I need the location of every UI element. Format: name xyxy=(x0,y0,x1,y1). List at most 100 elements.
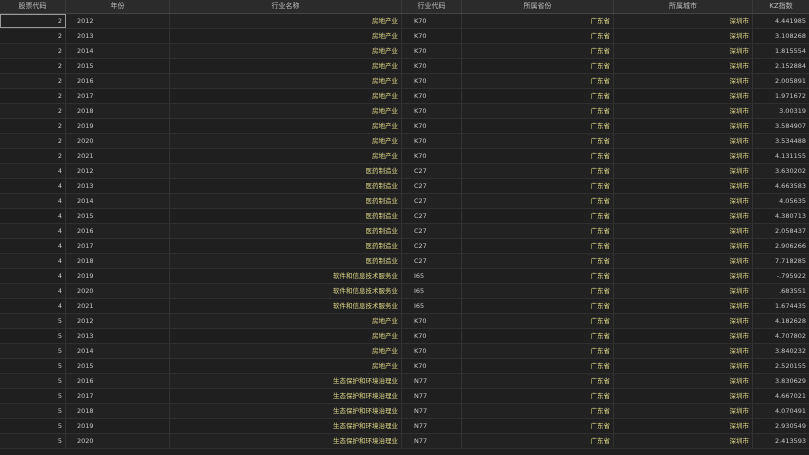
stock-code-cell[interactable]: 5 xyxy=(0,359,66,373)
stock-code-cell[interactable]: 5 xyxy=(0,434,66,448)
stock-code-cell[interactable]: 4 xyxy=(0,239,66,253)
industry-name-cell[interactable]: 医药制造业 xyxy=(170,224,402,238)
city-cell[interactable]: 深圳市 xyxy=(614,209,753,223)
province-cell[interactable]: 广东省 xyxy=(462,224,614,238)
stock-code-cell[interactable]: 4 xyxy=(0,269,66,283)
table-row[interactable]: 5 2013 房地产业 K70 广东省 深圳市 4.707802 xyxy=(0,329,809,344)
industry-code-cell[interactable]: N77 xyxy=(402,404,462,418)
stock-code-cell[interactable]: 2 xyxy=(0,149,66,163)
year-cell[interactable]: 2016 xyxy=(66,374,170,388)
industry-name-cell[interactable]: 医药制造业 xyxy=(170,239,402,253)
table-row[interactable]: 2 2012 房地产业 K70 广东省 深圳市 4.441985 xyxy=(0,14,809,29)
year-cell[interactable]: 2021 xyxy=(66,299,170,313)
year-cell[interactable]: 2017 xyxy=(66,389,170,403)
stock-code-cell[interactable]: 5 xyxy=(0,344,66,358)
column-header-kz-index[interactable]: KZ指数 xyxy=(753,0,809,13)
industry-name-cell[interactable]: 医药制造业 xyxy=(170,254,402,268)
stock-code-cell[interactable]: 2 xyxy=(0,74,66,88)
province-cell[interactable]: 广东省 xyxy=(462,434,614,448)
city-cell[interactable]: 深圳市 xyxy=(614,29,753,43)
year-cell[interactable]: 2020 xyxy=(66,284,170,298)
stock-code-cell[interactable]: 5 xyxy=(0,329,66,343)
industry-code-cell[interactable]: N77 xyxy=(402,374,462,388)
industry-name-cell[interactable]: 房地产业 xyxy=(170,344,402,358)
stock-code-cell[interactable]: 4 xyxy=(0,254,66,268)
year-cell[interactable]: 2017 xyxy=(66,89,170,103)
city-cell[interactable]: 深圳市 xyxy=(614,419,753,433)
industry-code-cell[interactable]: K70 xyxy=(402,89,462,103)
year-cell[interactable]: 2014 xyxy=(66,44,170,58)
column-header-industry-name[interactable]: 行业名称 xyxy=(170,0,402,13)
table-row[interactable]: 5 2016 生态保护和环境治理业 N77 广东省 深圳市 3.830629 xyxy=(0,374,809,389)
province-cell[interactable]: 广东省 xyxy=(462,179,614,193)
city-cell[interactable]: 深圳市 xyxy=(614,359,753,373)
kz-index-cell[interactable]: 4.663583 xyxy=(753,179,809,193)
stock-code-cell[interactable]: 5 xyxy=(0,389,66,403)
year-cell[interactable]: 2014 xyxy=(66,194,170,208)
city-cell[interactable]: 深圳市 xyxy=(614,89,753,103)
kz-index-cell[interactable]: 1.971672 xyxy=(753,89,809,103)
industry-name-cell[interactable]: 房地产业 xyxy=(170,14,402,28)
table-row[interactable]: 5 2015 房地产业 K70 广东省 深圳市 2.520155 xyxy=(0,359,809,374)
kz-index-cell[interactable]: 4.05635 xyxy=(753,194,809,208)
table-row[interactable]: 2 2020 房地产业 K70 广东省 深圳市 3.534488 xyxy=(0,134,809,149)
kz-index-cell[interactable]: 2.005891 xyxy=(753,74,809,88)
year-cell[interactable]: 2019 xyxy=(66,119,170,133)
year-cell[interactable]: 2012 xyxy=(66,14,170,28)
industry-name-cell[interactable]: 生态保护和环境治理业 xyxy=(170,419,402,433)
year-cell[interactable]: 2015 xyxy=(66,209,170,223)
city-cell[interactable]: 深圳市 xyxy=(614,374,753,388)
province-cell[interactable]: 广东省 xyxy=(462,119,614,133)
city-cell[interactable]: 深圳市 xyxy=(614,404,753,418)
province-cell[interactable]: 广东省 xyxy=(462,374,614,388)
kz-index-cell[interactable]: 2.520155 xyxy=(753,359,809,373)
province-cell[interactable]: 广东省 xyxy=(462,359,614,373)
year-cell[interactable]: 2019 xyxy=(66,269,170,283)
column-header-province[interactable]: 所属省份 xyxy=(462,0,614,13)
stock-code-cell[interactable]: 5 xyxy=(0,374,66,388)
kz-index-cell[interactable]: 3.00319 xyxy=(753,104,809,118)
stock-code-cell[interactable]: 4 xyxy=(0,224,66,238)
kz-index-cell[interactable]: 3.630202 xyxy=(753,164,809,178)
city-cell[interactable]: 深圳市 xyxy=(614,119,753,133)
stock-code-cell[interactable]: 5 xyxy=(0,314,66,328)
stock-code-cell[interactable]: 5 xyxy=(0,419,66,433)
industry-name-cell[interactable]: 生态保护和环境治理业 xyxy=(170,389,402,403)
city-cell[interactable]: 深圳市 xyxy=(614,59,753,73)
kz-index-cell[interactable]: 4.131155 xyxy=(753,149,809,163)
province-cell[interactable]: 广东省 xyxy=(462,104,614,118)
kz-index-cell[interactable]: 3.108268 xyxy=(753,29,809,43)
industry-name-cell[interactable]: 软件和信息技术服务业 xyxy=(170,284,402,298)
industry-name-cell[interactable]: 医药制造业 xyxy=(170,179,402,193)
industry-name-cell[interactable]: 医药制造业 xyxy=(170,164,402,178)
industry-name-cell[interactable]: 房地产业 xyxy=(170,314,402,328)
year-cell[interactable]: 2020 xyxy=(66,434,170,448)
table-row[interactable]: 2 2017 房地产业 K70 广东省 深圳市 1.971672 xyxy=(0,89,809,104)
province-cell[interactable]: 广东省 xyxy=(462,164,614,178)
industry-name-cell[interactable]: 生态保护和环境治理业 xyxy=(170,404,402,418)
kz-index-cell[interactable]: 3.840232 xyxy=(753,344,809,358)
column-header-stock-code[interactable]: 股票代码 xyxy=(0,0,66,13)
industry-code-cell[interactable]: K70 xyxy=(402,74,462,88)
province-cell[interactable]: 广东省 xyxy=(462,239,614,253)
city-cell[interactable]: 深圳市 xyxy=(614,149,753,163)
column-header-year[interactable]: 年份 xyxy=(66,0,170,13)
city-cell[interactable]: 深圳市 xyxy=(614,389,753,403)
kz-index-cell[interactable]: 4.182628 xyxy=(753,314,809,328)
industry-code-cell[interactable]: K70 xyxy=(402,134,462,148)
province-cell[interactable]: 广东省 xyxy=(462,74,614,88)
province-cell[interactable]: 广东省 xyxy=(462,344,614,358)
industry-name-cell[interactable]: 房地产业 xyxy=(170,149,402,163)
year-cell[interactable]: 2013 xyxy=(66,329,170,343)
kz-index-cell[interactable]: 1.815554 xyxy=(753,44,809,58)
province-cell[interactable]: 广东省 xyxy=(462,329,614,343)
kz-index-cell[interactable]: 4.707802 xyxy=(753,329,809,343)
table-row[interactable]: 5 2014 房地产业 K70 广东省 深圳市 3.840232 xyxy=(0,344,809,359)
year-cell[interactable]: 2012 xyxy=(66,314,170,328)
year-cell[interactable]: 2016 xyxy=(66,224,170,238)
year-cell[interactable]: 2016 xyxy=(66,74,170,88)
industry-name-cell[interactable]: 房地产业 xyxy=(170,74,402,88)
city-cell[interactable]: 深圳市 xyxy=(614,224,753,238)
province-cell[interactable]: 广东省 xyxy=(462,389,614,403)
industry-code-cell[interactable]: K70 xyxy=(402,29,462,43)
